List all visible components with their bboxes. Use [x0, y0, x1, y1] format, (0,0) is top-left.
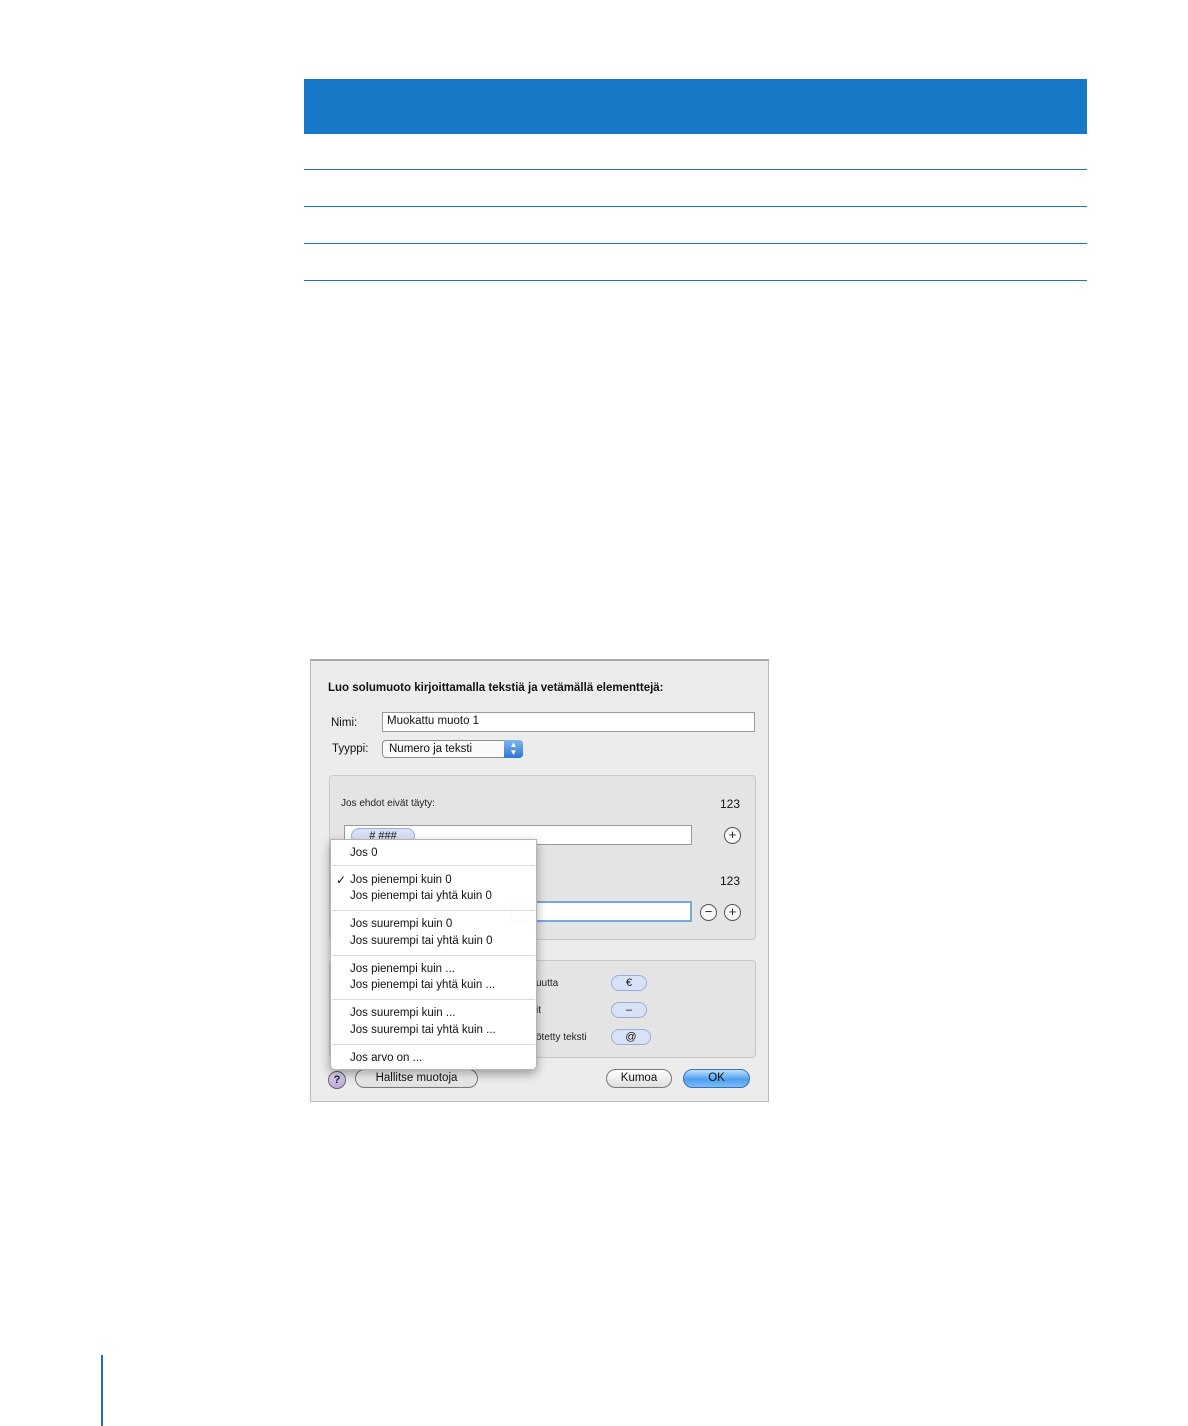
- element-label: ötetty teksti: [536, 1032, 587, 1043]
- menu-separator: [332, 865, 535, 866]
- rule-default-label: Jos ehdot eivät täyty:: [341, 798, 435, 809]
- menu-separator: [332, 999, 535, 1000]
- menu-item[interactable]: Jos pienempi tai yhtä kuin 0: [350, 890, 492, 902]
- checkmark-icon: ✓: [336, 873, 347, 887]
- menu-item[interactable]: Jos pienempi kuin 0: [350, 874, 452, 886]
- table-row-divider: [304, 206, 1087, 207]
- menu-item[interactable]: Jos pienempi kuin ...: [350, 963, 455, 975]
- manage-formats-button[interactable]: Hallitse muotoja: [355, 1069, 478, 1088]
- add-rule-button[interactable]: +: [724, 904, 741, 921]
- type-label: Tyyppi:: [332, 743, 369, 755]
- popup-arrows-icon: ▲ ▼: [504, 740, 523, 758]
- cancel-button[interactable]: Kumoa: [606, 1069, 672, 1088]
- menu-item[interactable]: Jos arvo on ...: [350, 1052, 422, 1064]
- name-label: Nimi:: [331, 717, 358, 729]
- type-popup[interactable]: Numero ja teksti ▲ ▼: [382, 740, 523, 758]
- page-margin-bar: [101, 1355, 103, 1426]
- remove-rule-button[interactable]: −: [700, 904, 717, 921]
- separator-token[interactable]: –: [611, 1002, 647, 1018]
- condition-menu: Jos 0 ✓ Jos pienempi kuin 0 Jos pienempi…: [330, 839, 537, 1070]
- text-token[interactable]: @: [611, 1029, 651, 1045]
- rule-second-sample: 123: [720, 874, 741, 888]
- menu-item[interactable]: Jos suurempi kuin 0: [350, 918, 452, 930]
- table-row-divider: [304, 280, 1087, 281]
- menu-item[interactable]: Jos pienempi tai yhtä kuin ...: [350, 979, 495, 991]
- menu-separator: [332, 910, 535, 911]
- type-popup-value: Numero ja teksti: [389, 743, 473, 755]
- menu-separator: [332, 955, 535, 956]
- element-label: uutta: [536, 978, 559, 989]
- currency-token[interactable]: €: [611, 975, 647, 991]
- name-input[interactable]: Muokattu muoto 1: [382, 712, 755, 732]
- table-header: [304, 79, 1087, 134]
- menu-item[interactable]: Jos 0: [350, 847, 378, 859]
- rule-second-format-field[interactable]: [510, 901, 692, 922]
- dialog-heading: Luo solumuoto kirjoittamalla tekstiä ja …: [328, 682, 664, 694]
- table-row-divider: [304, 169, 1087, 170]
- menu-item[interactable]: Jos suurempi tai yhtä kuin 0: [350, 935, 493, 947]
- menu-item[interactable]: Jos suurempi kuin ...: [350, 1007, 455, 1019]
- table-row-divider: [304, 243, 1087, 244]
- menu-item[interactable]: Jos suurempi tai yhtä kuin ...: [350, 1024, 496, 1036]
- menu-separator: [332, 1044, 535, 1045]
- rule-default-sample: 123: [720, 797, 741, 811]
- help-button[interactable]: ?: [328, 1071, 346, 1089]
- ok-button[interactable]: OK: [683, 1069, 750, 1088]
- add-rule-button[interactable]: +: [724, 827, 741, 844]
